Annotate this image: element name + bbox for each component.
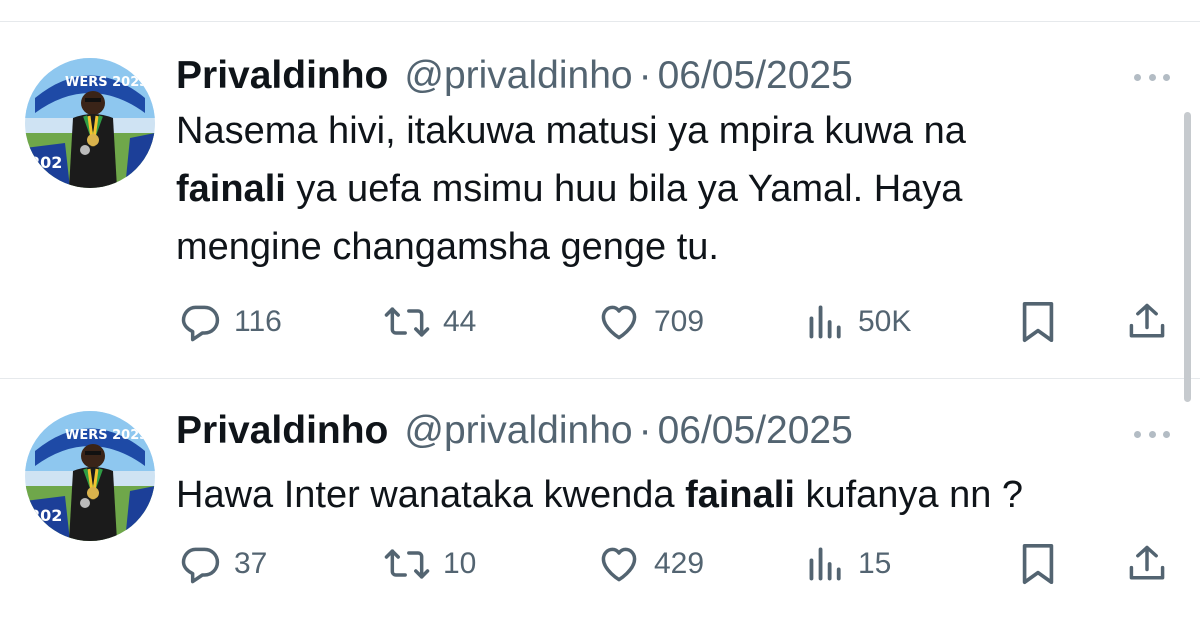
- share-button[interactable]: [1125, 539, 1169, 589]
- like-count: 709: [654, 305, 705, 338]
- tweet[interactable]: WERS 2023 202 Privaldinho @privaldinho ·…: [0, 379, 1200, 621]
- repost-count: 10: [443, 547, 477, 580]
- like-button[interactable]: 429: [596, 539, 704, 589]
- views-count: 15: [858, 547, 892, 580]
- scrollbar[interactable]: [1184, 112, 1191, 402]
- tweet-text-line: mengine changamsha genge tu.: [176, 226, 719, 268]
- tweet-text: Nasema hivi, itakuwa matusi ya mpira kuw…: [176, 102, 1136, 276]
- repost-icon: [384, 549, 430, 579]
- tweet-actions: 37 10 429 15: [0, 539, 1200, 589]
- views-icon: [809, 305, 841, 339]
- reply-button[interactable]: 116: [178, 297, 282, 347]
- bold-word: fainali: [685, 474, 795, 516]
- timeline-feed: WERS 2023 202 Privaldinho @privaldinho ·…: [0, 0, 1200, 621]
- user-handle[interactable]: @privaldinho: [404, 54, 632, 98]
- share-icon: [1129, 545, 1165, 580]
- repost-icon: [384, 307, 430, 337]
- tweet-text-segment: Hawa Inter wanataka kwenda: [176, 474, 686, 516]
- reply-count: 37: [234, 547, 268, 580]
- reply-icon: [181, 547, 220, 584]
- views-button[interactable]: 50K: [806, 297, 911, 347]
- more-options-icon[interactable]: [1130, 419, 1174, 449]
- bookmark-button[interactable]: [1018, 297, 1058, 347]
- like-count: 429: [654, 547, 705, 580]
- reply-icon: [181, 305, 220, 342]
- avatar[interactable]: WERS 2023 202: [25, 411, 155, 541]
- heart-icon: [601, 547, 637, 582]
- svg-text:202: 202: [29, 506, 62, 525]
- more-options-icon[interactable]: [1130, 62, 1174, 92]
- share-button[interactable]: [1125, 297, 1169, 347]
- views-button[interactable]: 15: [806, 539, 891, 589]
- display-name[interactable]: Privaldinho: [176, 409, 388, 453]
- tweet[interactable]: WERS 2023 202 Privaldinho @privaldinho ·…: [0, 22, 1200, 378]
- bookmark-icon: [1022, 543, 1054, 585]
- svg-text:WERS 2023: WERS 2023: [65, 75, 148, 90]
- svg-text:WERS 2023: WERS 2023: [65, 428, 148, 443]
- tweet-text-line: Nasema hivi, itakuwa matusi ya mpira kuw…: [176, 110, 966, 152]
- reply-button[interactable]: 37: [178, 539, 267, 589]
- like-button[interactable]: 709: [596, 297, 704, 347]
- repost-button[interactable]: 10: [383, 539, 476, 589]
- tweet-date[interactable]: 06/05/2025: [658, 54, 853, 98]
- tweet-header: Privaldinho @privaldinho · 06/05/2025: [176, 409, 853, 459]
- tweet-text-line: fainali ya uefa msimu huu bila ya Yamal.…: [176, 160, 1136, 218]
- tweet-date[interactable]: 06/05/2025: [658, 409, 853, 453]
- tweet-text: Hawa Inter wanataka kwenda fainali kufan…: [176, 466, 1136, 524]
- repost-count: 44: [443, 305, 477, 338]
- tweet-text-segment: ya uefa msimu huu bila ya Yamal. Haya: [285, 168, 963, 210]
- tweet-actions: 116 44 709 50K: [0, 297, 1200, 347]
- svg-text:202: 202: [29, 153, 62, 172]
- separator: ·: [638, 409, 652, 452]
- repost-button[interactable]: 44: [383, 297, 476, 347]
- bold-word: fainali: [176, 168, 286, 210]
- display-name[interactable]: Privaldinho: [176, 54, 388, 98]
- bookmark-icon: [1022, 301, 1054, 343]
- share-icon: [1129, 303, 1165, 338]
- user-handle[interactable]: @privaldinho: [404, 409, 632, 453]
- views-icon: [809, 547, 841, 581]
- bookmark-button[interactable]: [1018, 539, 1058, 589]
- tweet-text-line: Hawa Inter wanataka kwenda fainali kufan…: [176, 466, 1136, 524]
- heart-icon: [601, 305, 637, 340]
- avatar[interactable]: WERS 2023 202: [25, 58, 155, 188]
- views-count: 50K: [858, 305, 912, 338]
- separator: ·: [638, 54, 652, 97]
- reply-count: 116: [234, 305, 282, 338]
- tweet-header: Privaldinho @privaldinho · 06/05/2025: [176, 54, 853, 104]
- tweet-text-segment: kufanya nn ?: [794, 474, 1024, 516]
